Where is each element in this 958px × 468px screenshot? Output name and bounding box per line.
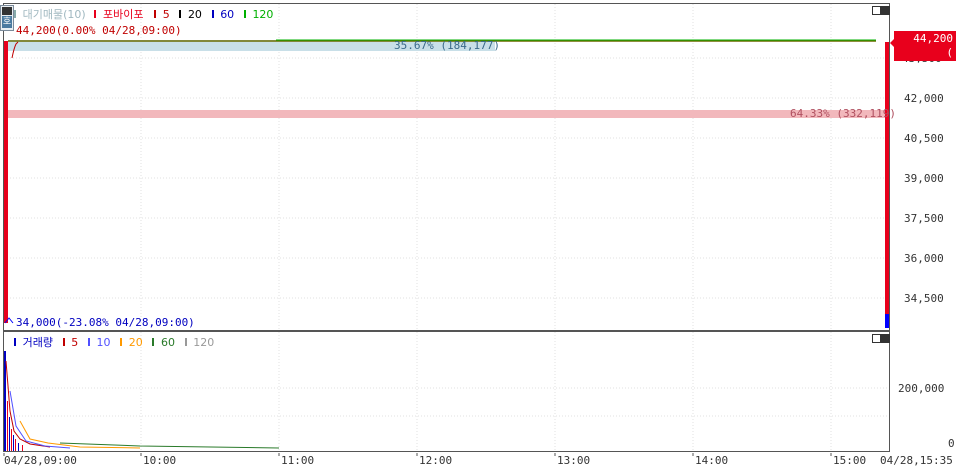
wait-count: (10): [63, 8, 86, 21]
x-label-1200: 12:00: [419, 454, 453, 467]
series-swatch: [94, 10, 97, 18]
low-annotation: 34,000(-23.08% 04/28,09:00): [16, 316, 195, 329]
price-tick-37500: 37,500: [904, 212, 944, 225]
price-tick-40500: 40,500: [904, 132, 944, 145]
vol-ma20-label[interactable]: 20: [129, 336, 143, 349]
volume-bar: [7, 401, 8, 451]
price-legend: 대기매물(10) 포바이포 5 20 60 120: [14, 6, 273, 21]
x-axis: 04/28,09:00 10:00 11:00 12:00 13:00 14:0…: [0, 453, 958, 468]
price-maximize-button[interactable]: [872, 6, 881, 15]
price-tick-34500: 34,500: [904, 292, 944, 305]
current-price-bar-base: [885, 314, 889, 328]
vol-ma5-label[interactable]: 5: [71, 336, 78, 349]
volume-profile-label-sell: 35.67% (184,177): [394, 39, 500, 52]
wait-swatch: [14, 10, 16, 18]
x-label-1100: 11:00: [281, 454, 315, 467]
volume-close-button[interactable]: [881, 334, 890, 343]
volume-panel: 거래량 5 10 20 60 120: [0, 331, 890, 453]
x-label-1300: 13:00: [557, 454, 591, 467]
current-price-tag: 44,200 ( 30.00%): [894, 31, 956, 73]
ma60-label[interactable]: 60: [220, 8, 234, 21]
first-candle: [4, 41, 8, 323]
price-close-button[interactable]: [881, 6, 890, 15]
vol-ma10-label[interactable]: 10: [97, 336, 111, 349]
volume-legend: 거래량 5 10 20 60 120: [14, 334, 214, 350]
x-label-1400: 14:00: [695, 454, 729, 467]
price-axis: 43,500 42,000 40,500 39,000 37,500 36,00…: [890, 0, 958, 331]
ma60-swatch: [211, 10, 214, 18]
vol-ma120-label[interactable]: 120: [193, 336, 214, 349]
vol-ma10-swatch: [87, 338, 90, 346]
current-price-change: ( 30.00%): [906, 46, 953, 73]
volume-bar: [18, 443, 19, 451]
ma5-swatch: [154, 10, 157, 18]
side-toggle-label: 호: [2, 16, 12, 28]
side-toggle-top-icon: [2, 7, 12, 15]
x-label-0900: 04/28,09:00: [4, 454, 77, 467]
volume-bar: [22, 445, 23, 451]
volume-bar: [9, 417, 10, 451]
vol-ma60-swatch: [152, 338, 155, 346]
price-tick-39000: 39,000: [904, 172, 944, 185]
price-tick-36000: 36,000: [904, 252, 944, 265]
ma120-swatch: [243, 10, 246, 18]
volume-tick-0: 0: [948, 437, 955, 450]
price-tick-42000: 42,000: [904, 92, 944, 105]
ma5-label[interactable]: 5: [163, 8, 170, 21]
current-price-value: 44,200: [913, 32, 953, 45]
price-panel: 대기매물(10) 포바이포 5 20 60 120 호 44,200(0.00%…: [0, 0, 896, 331]
volume-bar: [15, 439, 16, 451]
volume-bar: [11, 429, 12, 451]
ma20-label[interactable]: 20: [188, 8, 202, 21]
volume-bar: [4, 351, 6, 451]
volume-maximize-button[interactable]: [872, 334, 881, 343]
volume-profile-label-buy: 64.33% (332,119): [790, 107, 896, 120]
volume-profile-bar-buy: [8, 110, 886, 118]
ma120-label[interactable]: 120: [252, 8, 273, 21]
volume-tick-200000: 200,000: [898, 382, 945, 395]
vol-ma20-swatch: [120, 338, 123, 346]
vol-swatch: [14, 338, 16, 346]
vol-ma120-swatch: [184, 338, 187, 346]
volume-axis: 200,000 0: [890, 331, 958, 453]
high-annotation: 44,200(0.00% 04/28,09:00): [16, 24, 182, 37]
vol-ma5-swatch: [62, 338, 65, 346]
ma20-swatch: [179, 10, 182, 18]
vol-ma60-label[interactable]: 60: [161, 336, 175, 349]
volume-title[interactable]: 거래량: [23, 336, 53, 349]
wait-label[interactable]: 대기매물: [23, 8, 63, 21]
series-name[interactable]: 포바이포: [103, 8, 143, 21]
x-label-end: 04/28,15:35: [880, 454, 953, 467]
current-price-pointer: [890, 38, 895, 48]
volume-bar: [13, 435, 14, 451]
x-label-1000: 10:00: [143, 454, 177, 467]
price-frame: [3, 3, 890, 331]
side-toggle-button[interactable]: 호: [0, 5, 14, 31]
x-label-1500: 15:00: [833, 454, 867, 467]
current-price-bar: [885, 42, 889, 322]
